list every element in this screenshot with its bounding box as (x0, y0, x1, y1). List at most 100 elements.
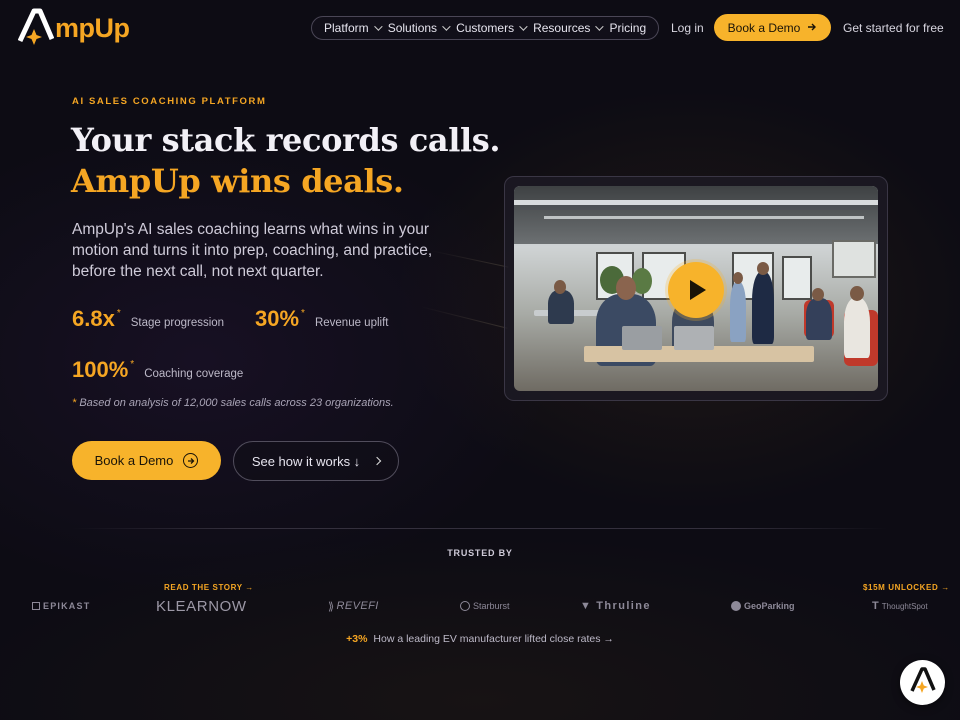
logo-thruline[interactable]: ▼ Thruline (580, 596, 651, 616)
logo-text: KLEARNOW (156, 597, 247, 615)
hero-eyebrow: AI SALES COACHING PLATFORM (72, 96, 267, 107)
video-person-head (616, 276, 636, 300)
thoughtspot-icon: T (872, 600, 879, 612)
ampup-chat-icon (909, 666, 936, 699)
logo-text: Thruline (596, 600, 651, 612)
stat-asterisk: * (130, 359, 135, 370)
button-label: See how it works ↓ (251, 453, 361, 469)
menu-platform[interactable]: Platform (320, 21, 384, 35)
book-demo-button[interactable]: Book a Demo (72, 441, 221, 480)
brand-wordmark: mpUp (55, 12, 130, 43)
see-how-it-works-button[interactable]: See how it works ↓ (233, 441, 399, 481)
logo-text: Starburst (473, 601, 510, 611)
decorative-line (419, 306, 508, 329)
chevron-down-icon (442, 22, 451, 31)
video-person (730, 282, 746, 342)
brand-logo[interactable]: mpUp (17, 7, 130, 47)
stat-label: Stage progression (130, 317, 225, 329)
main-menu: Platform Solutions Customers Resources P… (311, 16, 660, 40)
stat-revenue-uplift: 30% * Revenue uplift (255, 306, 388, 332)
logo-thoughtspot[interactable]: T ThoughtSpot (872, 596, 928, 616)
button-label: Book a Demo (727, 20, 801, 35)
logo-starburst[interactable]: Starburst (460, 596, 510, 616)
play-button[interactable] (668, 262, 724, 318)
stat-label: Coaching coverage (144, 368, 244, 380)
stat-value: 30% (255, 306, 300, 331)
stat-value: 100% (72, 357, 129, 382)
thruline-icon: ▼ (580, 600, 593, 612)
video-card (504, 176, 888, 401)
geoparking-icon (731, 601, 741, 611)
chat-launcher-button[interactable] (900, 660, 945, 705)
menu-label: Resources (533, 21, 591, 35)
menu-label: Pricing (609, 21, 647, 35)
logo-epikast[interactable]: EPIKAST (32, 596, 90, 616)
stat-stage-progression: 6.8x * Stage progression (72, 306, 224, 332)
video-person-head (850, 286, 864, 301)
chevron-right-icon (372, 456, 382, 466)
chevron-down-icon (519, 22, 528, 31)
logo-text: REVEFI (336, 600, 379, 612)
play-icon (690, 280, 706, 300)
video-person-head (757, 262, 769, 275)
hero-title: Your stack records calls. AmpUp wins dea… (71, 120, 501, 202)
menu-solutions[interactable]: Solutions (384, 21, 452, 35)
video-laptop (622, 326, 662, 350)
video-beam (514, 200, 878, 205)
video-window (832, 240, 876, 278)
customer-logos: EPIKAST KLEARNOW ⟫ REVEFI Starburst ▼ Thru… (0, 596, 960, 616)
trusted-by-heading: TRUSTED BY (447, 548, 513, 558)
case-study-metric: +3% (346, 633, 368, 645)
top-nav: mpUp Platform Solutions Customers Resour… (0, 0, 960, 56)
video-person (806, 298, 832, 340)
demo-video-thumbnail[interactable] (514, 186, 878, 391)
hero-description: AmpUp's AI sales coaching learns what wi… (72, 221, 433, 280)
unlocked-story-link[interactable]: $15M UNLOCKED → (863, 583, 950, 592)
video-laptop (674, 326, 714, 350)
logo-text: EPIKAST (43, 601, 91, 611)
stat-asterisk: * (116, 308, 121, 319)
menu-label: Solutions (387, 21, 438, 35)
case-study-link[interactable]: +3% How a leading EV manufacturer lifted … (0, 633, 960, 645)
stat-asterisk: * (301, 308, 305, 319)
arrow-right-icon (807, 21, 817, 35)
stat-label: Revenue uplift (314, 317, 389, 329)
footnote-text: Based on analysis of 12,000 sales calls … (79, 397, 394, 409)
login-link[interactable]: Log in (671, 21, 704, 35)
video-person (548, 290, 574, 324)
logo-geoparking[interactable]: GeoParking (731, 596, 795, 616)
logo-klearnow[interactable]: KLEARNOW (156, 596, 247, 616)
video-beam (544, 216, 864, 219)
read-the-story-link[interactable]: READ THE STORY → (164, 583, 254, 592)
stats-footnote: * Based on analysis of 12,000 sales call… (72, 397, 394, 409)
video-person-head (812, 288, 824, 301)
video-person (844, 298, 870, 358)
menu-label: Platform (324, 21, 369, 35)
button-label: Book a Demo (94, 453, 174, 468)
video-person (752, 272, 774, 344)
menu-customers[interactable]: Customers (452, 21, 529, 35)
menu-label: Customers (456, 21, 515, 35)
section-divider (72, 528, 888, 529)
book-demo-nav-button[interactable]: Book a Demo (714, 14, 831, 41)
starburst-icon (460, 601, 470, 611)
chevron-down-icon (595, 22, 605, 31)
revefi-icon: ⟫ (328, 600, 335, 613)
menu-pricing[interactable]: Pricing (605, 21, 650, 35)
footnote-asterisk: * (72, 397, 77, 409)
video-ceiling (514, 186, 878, 244)
epikast-icon (32, 602, 40, 610)
logo-revefi[interactable]: ⟫ REVEFI (328, 596, 379, 616)
arrow-circle-right-icon (183, 453, 199, 468)
chevron-down-icon (373, 22, 383, 31)
case-study-text: How a leading EV manufacturer lifted clo… (373, 633, 614, 645)
ampup-logo-icon (17, 7, 55, 47)
menu-resources[interactable]: Resources (529, 21, 605, 35)
video-window (782, 256, 812, 300)
logo-text: ThoughtSpot (881, 601, 928, 611)
logo-text: GeoParking (744, 601, 795, 611)
video-person-head (733, 272, 743, 284)
hero-title-line1: Your stack records calls. (71, 121, 501, 159)
get-started-link[interactable]: Get started for free (843, 21, 944, 35)
stat-value: 6.8x (72, 306, 115, 331)
